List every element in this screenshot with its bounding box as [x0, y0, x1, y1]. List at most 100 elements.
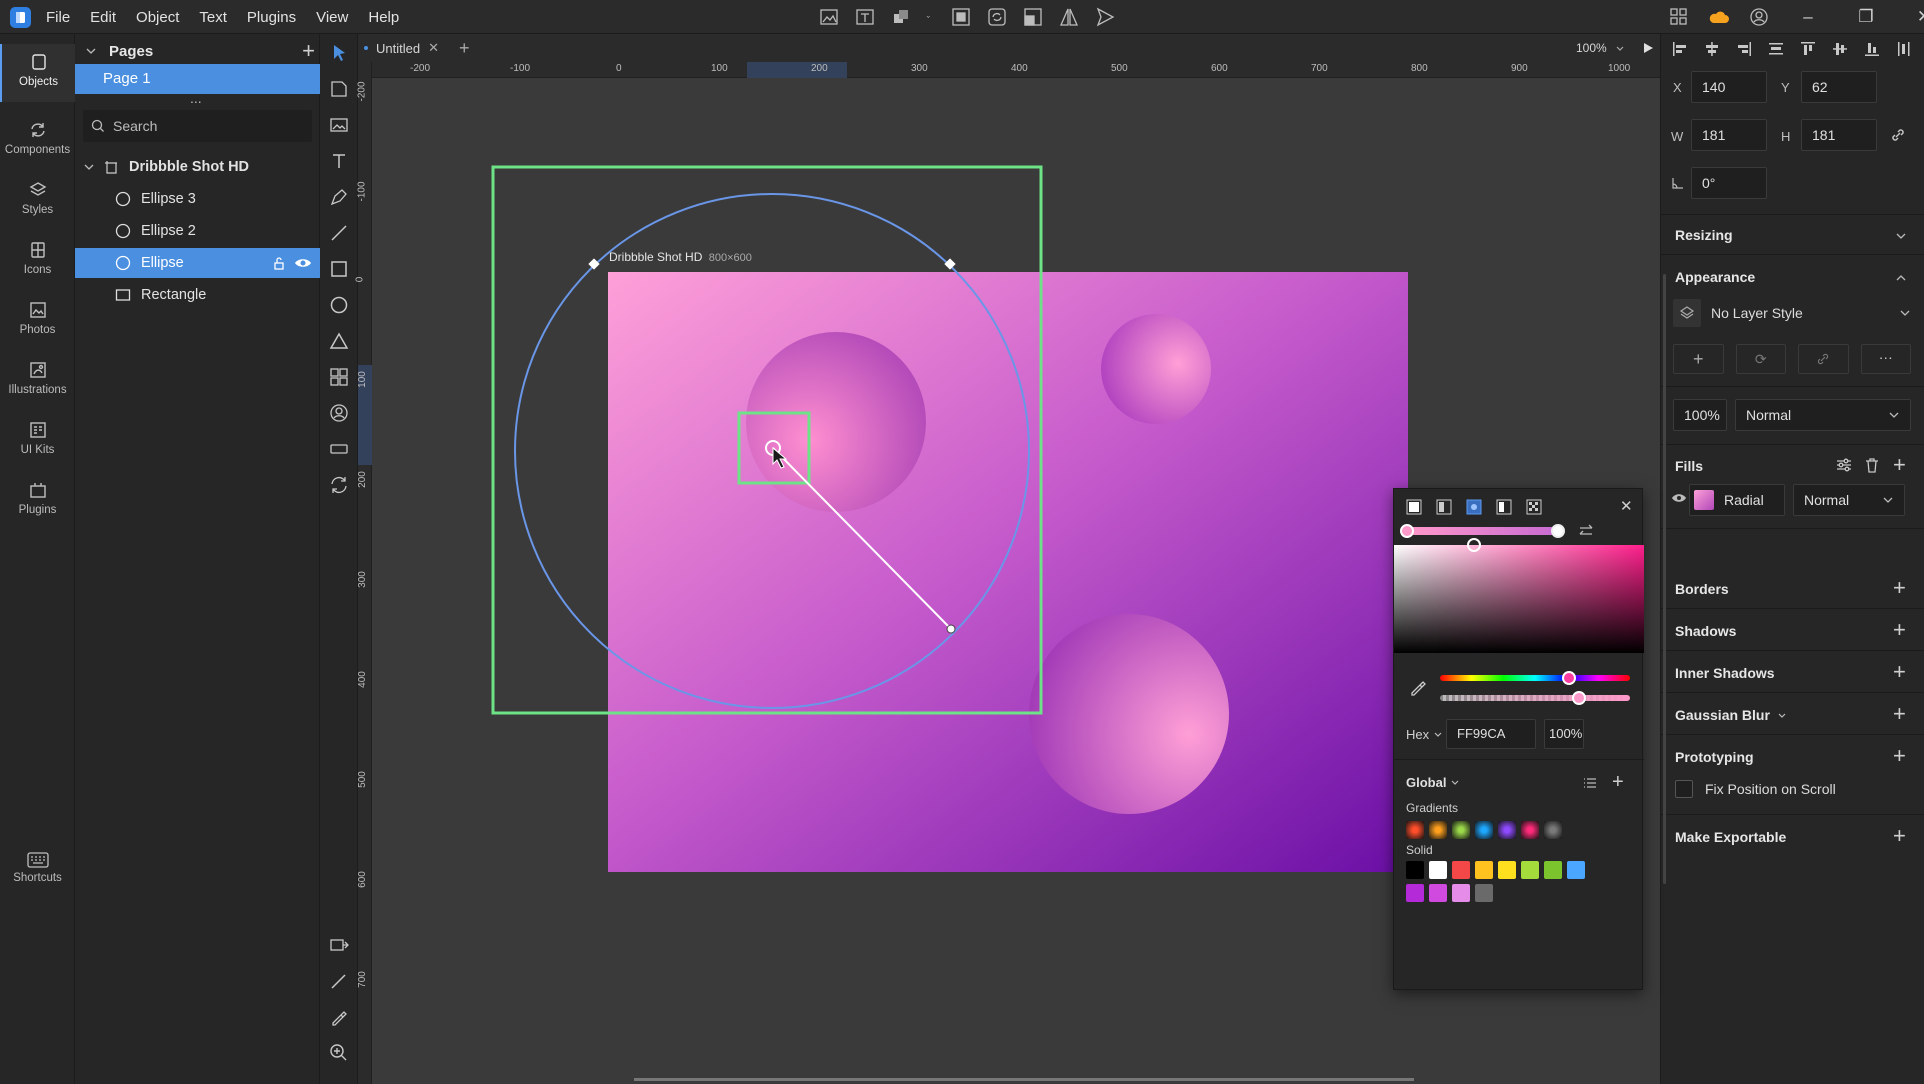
rail-uikits[interactable]: UI Kits: [0, 420, 75, 456]
rotate-icon[interactable]: [986, 6, 1008, 28]
create-style-button[interactable]: +: [1673, 344, 1724, 374]
solid-swatch[interactable]: [1452, 884, 1470, 902]
inner-shadows-section[interactable]: Inner Shadows: [1675, 665, 1775, 681]
grid-menu-icon[interactable]: [1668, 6, 1690, 28]
search-input[interactable]: Search: [113, 118, 157, 134]
align-right-icon[interactable]: [1735, 40, 1753, 58]
angular-gradient-icon[interactable]: [1496, 499, 1512, 515]
chevron-down-icon[interactable]: [926, 6, 936, 28]
gradient-swatch[interactable]: [1544, 821, 1562, 839]
gradient-swatch[interactable]: [1475, 821, 1493, 839]
appearance-section[interactable]: Appearance: [1675, 269, 1755, 285]
color-field-handle[interactable]: [1467, 538, 1481, 552]
menu-edit[interactable]: Edit: [90, 9, 116, 26]
shadows-section[interactable]: Shadows: [1675, 623, 1736, 639]
lock-icon[interactable]: [272, 256, 286, 270]
add-prototype-button[interactable]: +: [1893, 745, 1906, 767]
menu-file[interactable]: File: [46, 9, 70, 26]
menu-view[interactable]: View: [316, 9, 348, 26]
detach-style-button[interactable]: [1798, 344, 1849, 374]
artboard-rectangle[interactable]: [608, 272, 1408, 872]
image-tool-icon[interactable]: [328, 114, 350, 136]
gradient-swatch[interactable]: [1452, 821, 1470, 839]
menu-object[interactable]: Object: [136, 9, 179, 26]
grid-tool-icon[interactable]: [328, 366, 350, 388]
artboard-label[interactable]: Dribbble Shot HD 800×600: [609, 250, 752, 264]
eye-icon[interactable]: [294, 256, 312, 270]
preview-play-icon[interactable]: [1641, 41, 1655, 55]
menu-plugins[interactable]: Plugins: [247, 9, 296, 26]
gradient-swatch[interactable]: [1498, 821, 1516, 839]
gradient-end-point[interactable]: [946, 624, 956, 634]
gradient-handle-right[interactable]: [944, 258, 956, 270]
ellipse-tool-icon[interactable]: [328, 294, 350, 316]
add-fill-button[interactable]: +: [1893, 454, 1906, 476]
pointer-icon[interactable]: [328, 42, 350, 64]
borders-section[interactable]: Borders: [1675, 581, 1729, 597]
list-view-icon[interactable]: [1582, 775, 1598, 791]
swap-icon[interactable]: [1578, 523, 1594, 539]
triangle-tool-icon[interactable]: [328, 330, 350, 352]
add-shadow-button[interactable]: +: [1893, 619, 1906, 641]
close-picker-icon[interactable]: ✕: [1620, 497, 1633, 515]
brush-tool-icon[interactable]: [328, 970, 350, 992]
layer-ellipse[interactable]: Ellipse: [75, 248, 320, 278]
chevron-down-icon[interactable]: [1895, 230, 1907, 242]
zoom-control[interactable]: 100%: [1576, 34, 1655, 62]
sync-style-button[interactable]: ⟳: [1735, 344, 1786, 374]
rectangle-tool-icon[interactable]: [328, 258, 350, 280]
solid-fill-icon[interactable]: [1406, 499, 1422, 515]
trash-icon[interactable]: [1863, 456, 1881, 474]
alpha-slider-thumb[interactable]: [1572, 691, 1586, 705]
inspector-scrollbar[interactable]: [1663, 274, 1666, 884]
gradient-stops-bar[interactable]: [1406, 527, 1558, 535]
zoom-level[interactable]: 100%: [1576, 41, 1607, 55]
add-blur-button[interactable]: +: [1893, 703, 1906, 725]
flip-icon[interactable]: [1058, 6, 1080, 28]
cloud-icon[interactable]: [1708, 6, 1730, 28]
opacity-field[interactable]: 100%: [1673, 399, 1727, 431]
close-tab-icon[interactable]: ✕: [428, 40, 439, 56]
width-field[interactable]: 181: [1691, 119, 1767, 151]
radial-gradient-icon[interactable]: [1466, 499, 1482, 515]
distribute-horizontal-icon[interactable]: [1767, 40, 1785, 58]
fix-position-row[interactable]: Fix Position on Scroll: [1675, 780, 1836, 798]
menu-help[interactable]: Help: [368, 9, 399, 26]
close-window-button[interactable]: ✕: [1904, 6, 1924, 28]
height-field[interactable]: 181: [1801, 119, 1877, 151]
account-icon[interactable]: [1748, 6, 1770, 28]
menu-text[interactable]: Text: [199, 9, 227, 26]
scale-icon[interactable]: [1022, 6, 1044, 28]
eyedropper-tool-icon[interactable]: [328, 1006, 350, 1028]
resizing-section[interactable]: Resizing: [1675, 227, 1733, 243]
pages-resize-handle[interactable]: ...: [190, 90, 202, 106]
rail-icons[interactable]: Icons: [0, 240, 75, 276]
button-tool-icon[interactable]: [328, 438, 350, 460]
solid-swatch[interactable]: [1498, 861, 1516, 879]
gradient-stop-end[interactable]: [1551, 524, 1565, 538]
ellipse-3-layer[interactable]: [1101, 314, 1211, 424]
eyedropper-icon[interactable]: [1408, 677, 1428, 697]
chevron-down-icon[interactable]: [1615, 43, 1625, 53]
solid-swatch[interactable]: [1475, 884, 1493, 902]
layer-style-dropdown[interactable]: No Layer Style: [1673, 296, 1911, 330]
add-inner-shadow-button[interactable]: +: [1893, 661, 1906, 683]
ellipse-layer[interactable]: [746, 332, 926, 512]
library-dropdown[interactable]: Global: [1406, 775, 1460, 790]
solid-swatch[interactable]: [1406, 884, 1424, 902]
gradient-swatch[interactable]: [1406, 821, 1424, 839]
horizontal-scrollbar[interactable]: [634, 1078, 1414, 1081]
zoom-tool-icon[interactable]: [328, 1042, 350, 1064]
fill-settings-icon[interactable]: [1835, 456, 1853, 474]
more-style-button[interactable]: ···: [1860, 344, 1911, 374]
add-border-button[interactable]: +: [1893, 577, 1906, 599]
prototype-tool-icon[interactable]: [328, 934, 350, 956]
solid-swatch[interactable]: [1406, 861, 1424, 879]
artboard-tool-icon[interactable]: [328, 78, 350, 100]
pen-tool-icon[interactable]: [328, 186, 350, 208]
gradient-swatch[interactable]: [1429, 821, 1447, 839]
rail-objects[interactable]: Objects: [0, 44, 75, 102]
minimize-button[interactable]: –: [1788, 6, 1828, 28]
chevron-down-icon[interactable]: [1777, 711, 1787, 721]
solid-swatch[interactable]: [1452, 861, 1470, 879]
